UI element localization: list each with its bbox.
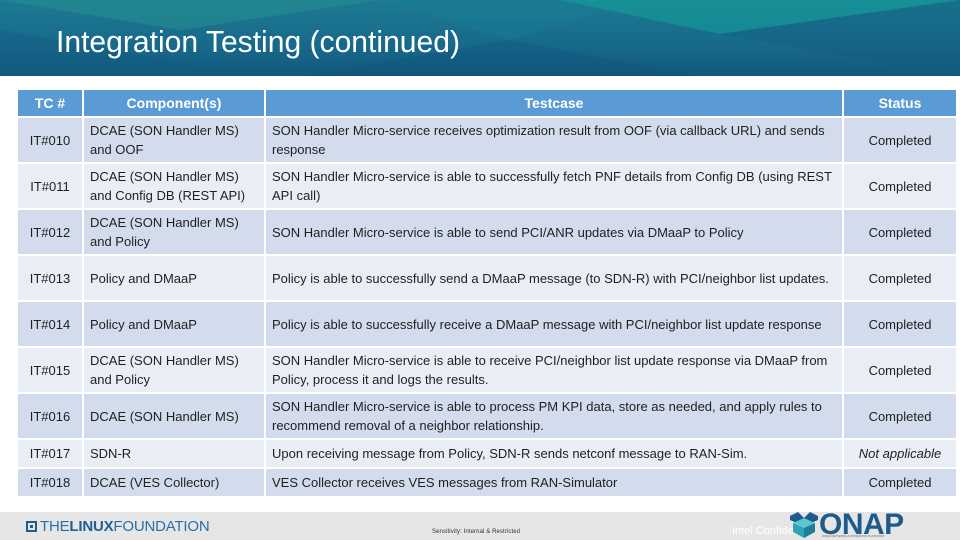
component-cell: DCAE (SON Handler MS) and Config DB (RES… [84, 164, 264, 208]
component-cell: DCAE (VES Collector) [84, 469, 264, 496]
status-cell: Completed [844, 348, 956, 392]
column-header-testcase: Testcase [266, 90, 842, 116]
table-row: IT#012 DCAE (SON Handler MS) and Policy … [18, 210, 956, 254]
component-cell: SDN-R [84, 440, 264, 467]
tc-cell: IT#017 [18, 440, 82, 467]
tc-cell: IT#016 [18, 394, 82, 438]
component-cell: Policy and DMaaP [84, 256, 264, 300]
title-banner: Integration Testing (continued) [0, 0, 960, 76]
table-row: IT#015 DCAE (SON Handler MS) and Policy … [18, 348, 956, 392]
testcase-cell: Policy is able to successfully receive a… [266, 302, 842, 346]
onap-logo: ONAP OPEN NETWORK AUTOMATION PLATFORM [790, 510, 904, 540]
table-row: IT#018 DCAE (VES Collector) VES Collecto… [18, 469, 956, 496]
testcase-cell: SON Handler Micro-service is able to rec… [266, 348, 842, 392]
footer: THELINUXFOUNDATION Sensitivity: Internal… [0, 510, 960, 540]
tc-cell: IT#015 [18, 348, 82, 392]
onap-tagline: OPEN NETWORK AUTOMATION PLATFORM [822, 534, 885, 538]
testcase-cell: SON Handler Micro-service receives optim… [266, 118, 842, 162]
sensitivity-label: Sensitivity: Internal & Restricted [432, 529, 521, 535]
tc-cell: IT#013 [18, 256, 82, 300]
tc-cell: IT#010 [18, 118, 82, 162]
status-cell: Completed [844, 394, 956, 438]
lf-the: THE [40, 517, 70, 535]
status-cell: Completed [844, 118, 956, 162]
component-cell: DCAE (SON Handler MS) and Policy [84, 348, 264, 392]
column-header-tc: TC # [18, 90, 82, 116]
status-cell: Completed [844, 210, 956, 254]
table-header-row: TC # Component(s) Testcase Status [18, 90, 956, 116]
onap-cube-icon [790, 512, 818, 538]
linux-foundation-logo: THELINUXFOUNDATION [26, 517, 210, 535]
page-title: Integration Testing (continued) [56, 24, 460, 59]
testcase-cell: SON Handler Micro-service is able to sen… [266, 210, 842, 254]
integration-test-table: TC # Component(s) Testcase Status IT#010… [16, 88, 956, 498]
status-cell: Completed [844, 256, 956, 300]
status-cell: Not applicable [844, 440, 956, 467]
column-header-status: Status [844, 90, 956, 116]
table-row: IT#011 DCAE (SON Handler MS) and Config … [18, 164, 956, 208]
lf-linux: LINUX [69, 517, 114, 535]
status-cell: Completed [844, 302, 956, 346]
tc-cell: IT#014 [18, 302, 82, 346]
linux-foundation-square-icon [26, 520, 37, 532]
lf-foundation: FOUNDATION [113, 517, 210, 535]
tc-cell: IT#011 [18, 164, 82, 208]
column-header-component: Component(s) [84, 90, 264, 116]
status-cell: Completed [844, 164, 956, 208]
table-row: IT#014 Policy and DMaaP Policy is able t… [18, 302, 956, 346]
testcase-cell: Policy is able to successfully send a DM… [266, 256, 842, 300]
component-cell: DCAE (SON Handler MS) and Policy [84, 210, 264, 254]
linux-foundation-wordmark: THELINUXFOUNDATION [40, 517, 210, 535]
testcase-cell: SON Handler Micro-service is able to suc… [266, 164, 842, 208]
table-row: IT#017 SDN-R Upon receiving message from… [18, 440, 956, 467]
component-cell: DCAE (SON Handler MS) and OOF [84, 118, 264, 162]
component-cell: DCAE (SON Handler MS) [84, 394, 264, 438]
tc-cell: IT#018 [18, 469, 82, 496]
testcase-cell: SON Handler Micro-service is able to pro… [266, 394, 842, 438]
testcase-cell: Upon receiving message from Policy, SDN-… [266, 440, 842, 467]
tc-cell: IT#012 [18, 210, 82, 254]
table-row: IT#016 DCAE (SON Handler MS) SON Handler… [18, 394, 956, 438]
component-cell: Policy and DMaaP [84, 302, 264, 346]
table-row: IT#010 DCAE (SON Handler MS) and OOF SON… [18, 118, 956, 162]
testcase-cell: VES Collector receives VES messages from… [266, 469, 842, 496]
status-cell: Completed [844, 469, 956, 496]
table-row: IT#013 Policy and DMaaP Policy is able t… [18, 256, 956, 300]
